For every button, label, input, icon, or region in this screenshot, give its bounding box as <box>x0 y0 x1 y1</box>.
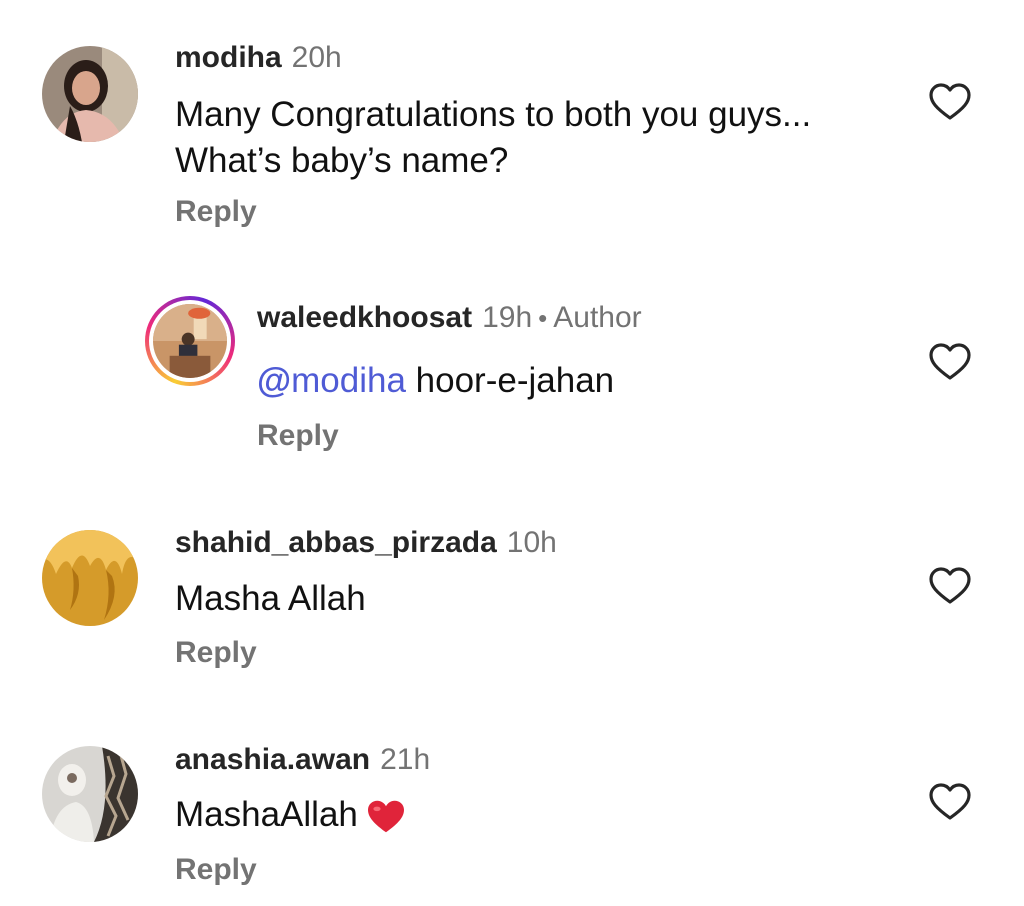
comment-text-line-2: What’s baby’s name? <box>175 141 509 180</box>
username[interactable]: anashia.awan <box>175 743 370 776</box>
reply-button[interactable]: Reply <box>175 194 257 230</box>
threads-mention-icon: @ <box>257 361 292 400</box>
comment-meta: waleedkhoosat 19h • Author <box>257 300 642 336</box>
avatar-modiha[interactable] <box>42 46 138 142</box>
author-badge: Author <box>553 301 642 334</box>
comment-meta: anashia.awan 21h <box>175 742 430 778</box>
comment-text-line-1: Many Congratulations to both you guys... <box>175 95 812 134</box>
reply-button[interactable]: Reply <box>257 418 339 454</box>
like-heart-icon[interactable] <box>928 82 972 122</box>
separator-dot: • <box>538 303 548 333</box>
comment-meta: shahid_abbas_pirzada 10h <box>175 525 557 561</box>
avatar-shahid-abbas-pirzada[interactable] <box>42 530 138 626</box>
mention-link[interactable]: @modiha <box>257 361 406 400</box>
like-heart-icon[interactable] <box>928 782 972 822</box>
comment-text: @modiha hoor-e-jahan <box>257 358 614 404</box>
comment-body: hoor-e-jahan <box>405 361 615 400</box>
comment-text: MashaAllah <box>175 792 406 838</box>
like-heart-icon[interactable] <box>928 342 972 382</box>
timestamp: 10h <box>506 526 557 559</box>
timestamp: 21h <box>380 743 431 776</box>
mention-username: modiha <box>291 361 406 400</box>
comment-body: MashaAllah <box>175 795 358 834</box>
red-heart-emoji-icon <box>366 799 406 835</box>
reply-button[interactable]: Reply <box>175 852 257 888</box>
comment-text: Masha Allah <box>175 579 366 618</box>
like-heart-icon[interactable] <box>928 566 972 606</box>
avatar-anashia-awan[interactable] <box>42 746 138 842</box>
comment-meta: modiha 20h <box>175 40 342 76</box>
username[interactable]: modiha <box>175 41 282 74</box>
username[interactable]: waleedkhoosat <box>257 301 472 334</box>
avatar-waleedkhoosat[interactable] <box>145 296 235 386</box>
timestamp: 19h <box>482 301 533 334</box>
timestamp: 20h <box>291 41 342 74</box>
username[interactable]: shahid_abbas_pirzada <box>175 526 497 559</box>
reply-button[interactable]: Reply <box>175 635 257 671</box>
